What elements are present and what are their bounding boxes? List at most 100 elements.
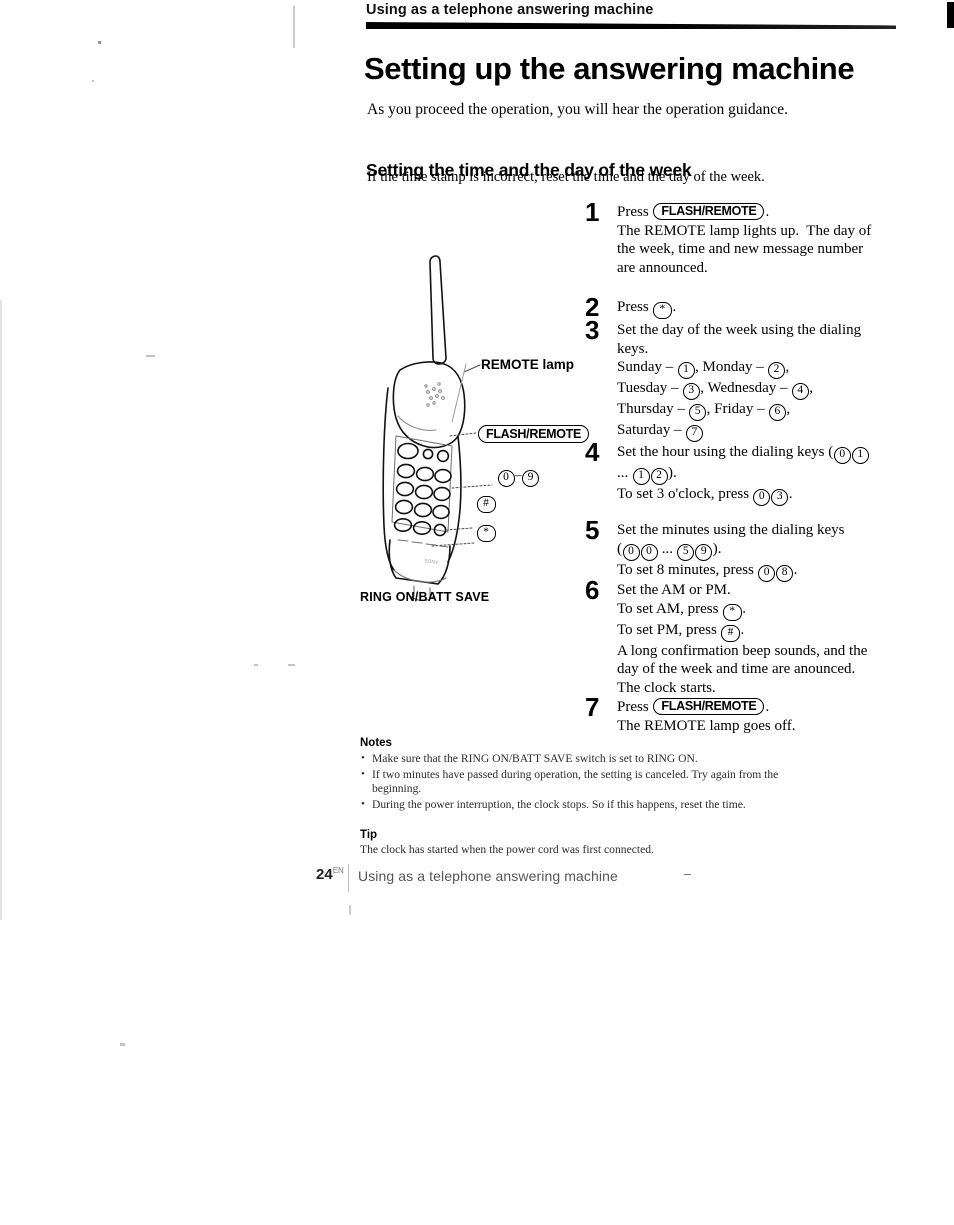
notes-items: Make sure that the RING ON/BATT SAVE swi… [360, 751, 810, 813]
step-line: Press FLASH/REMOTE. [617, 698, 770, 715]
step-number: 1 [585, 197, 600, 227]
step-item: 1 Press FLASH/REMOTE. The REMOTE lamp ligh… [585, 197, 925, 277]
manual-page: Using as a telephone answering machine S… [0, 0, 954, 1225]
key-9-glyph: 9 [695, 543, 713, 561]
flash-remote-button-glyph: FLASH/REMOTE [653, 698, 765, 715]
flash-remote-callout: FLASH/REMOTE [478, 425, 590, 443]
notes-heading: Notes [360, 737, 392, 749]
notes-block: Make sure that the RING ON/BATT SAVE swi… [360, 751, 810, 813]
key-star-glyph: * [652, 302, 672, 319]
step-item: 3 Set the day of the week using the diali… [585, 317, 925, 443]
step-line: The REMOTE lamp goes off. [617, 717, 796, 734]
key-hash-callout: # [476, 496, 496, 513]
note-item: Make sure that the RING ON/BATT SAVE swi… [360, 751, 810, 767]
step-item: 6 Set the AM or PM. To set AM, press *. To … [585, 575, 925, 697]
step-text: Set the AM or PM. To set AM, press *. To s… [617, 578, 925, 697]
key-0-callout: 0 [497, 470, 515, 487]
key-3-glyph: 3 [771, 489, 789, 506]
step-line: The REMOTE lamp lights up. The day of [617, 222, 872, 239]
flash-remote-button-glyph: FLASH/REMOTE [653, 203, 765, 220]
step-line: Press FLASH/REMOTE. [617, 203, 770, 220]
step-item: 4 Set the hour using the dialing keys (0 1… [585, 437, 925, 506]
step-text: Set the minutes using the dialing keys (0… [617, 518, 925, 582]
key-0-glyph: 0 [833, 447, 851, 464]
step-number: 4 [585, 437, 600, 467]
key-2-glyph: 2 [650, 468, 668, 485]
key-4-glyph: 4 [791, 383, 809, 401]
svg-text:SONY: SONY [424, 558, 440, 566]
page-title: Setting up the answering machine [364, 50, 855, 86]
scan-speck [254, 664, 258, 666]
step-line: To set PM, press #. [617, 621, 925, 642]
tip-heading: Tip [360, 829, 378, 841]
footer-text: Using as a telephone answering machine [358, 868, 618, 884]
key-5-glyph: 5 [689, 404, 707, 422]
step-line: A long confirmation beep sounds, and the [617, 642, 868, 659]
footer-dash-mark [684, 874, 691, 875]
key-1-glyph: 1 [632, 468, 650, 485]
step-item: 2 Press *. [585, 294, 925, 320]
note-item: During the power interruption, the clock… [360, 797, 810, 813]
step-line: Press *. [617, 298, 925, 319]
header-rule [366, 22, 896, 29]
step-line: are announced. [617, 259, 708, 276]
step-line: Set the day of the week using the dialin… [617, 322, 862, 338]
key-1-glyph: 1 [851, 447, 869, 464]
scan-speck [349, 905, 351, 915]
key-0-glyph: 0 [640, 543, 658, 561]
step-text: Press FLASH/REMOTE. The REMOTE lamp goes … [617, 695, 925, 735]
scan-speck [92, 80, 94, 82]
note-item: If two minutes have passed during operat… [360, 767, 810, 797]
step-text: Press *. [617, 295, 925, 319]
step-line: (0 0 ... 5 9). [617, 540, 925, 561]
step-line: Tuesday – 3, Wednesday – 4, [617, 379, 925, 401]
footer-divider [348, 864, 349, 892]
scan-speck [120, 1043, 125, 1046]
key-3-glyph: 3 [682, 383, 700, 401]
scan-speck [98, 41, 101, 44]
step-number: 7 [585, 692, 600, 722]
section-subtitle: If the time stamp is incorrect, reset th… [367, 169, 765, 185]
step-line: keys. [617, 340, 649, 357]
key-6-glyph: 6 [768, 404, 786, 422]
scan-speck [293, 6, 295, 48]
star-key-callout: * [476, 522, 496, 542]
step-line: Set the hour using the dialing keys (0 1 [617, 443, 925, 464]
key-2-glyph: 2 [768, 362, 785, 380]
key-star-callout: * [476, 525, 496, 542]
remote-lamp-label: REMOTE lamp [481, 357, 575, 372]
key-0-glyph: 0 [622, 543, 640, 561]
hash-key-callout: # [476, 493, 496, 513]
step-line: Thursday – 5, Friday – 6, [617, 400, 925, 422]
key-star-glyph: * [722, 603, 742, 621]
step-line: Sunday – 1, Monday – 2, [617, 358, 925, 380]
page-edge-thumb-tab [947, 2, 954, 28]
running-head: Using as a telephone answering machine [366, 2, 654, 18]
step-line: the week, time and new message number [617, 241, 864, 258]
dial-keys-callout: 0–9 [497, 467, 540, 487]
step-number: 5 [585, 515, 600, 545]
step-line: day of the week and time are anounced. [617, 661, 856, 678]
step-line: To set 3 o'clock, press 03. [617, 485, 925, 506]
key-9-callout: 9 [522, 470, 539, 487]
intro-paragraph: As you proceed the operation, you will h… [367, 101, 788, 118]
page-number-value: 24 [316, 866, 333, 883]
page-number: 24EN [316, 866, 344, 883]
scan-speck [0, 300, 2, 920]
key-0-glyph: 0 [753, 489, 771, 506]
step-line: To set AM, press *. [617, 600, 925, 621]
step-text: Set the hour using the dialing keys (0 1.… [617, 440, 925, 506]
key-1-glyph: 1 [677, 362, 695, 380]
steps-list: 1 Press FLASH/REMOTE. The REMOTE lamp ligh… [585, 197, 925, 740]
page-number-suffix: EN [332, 866, 344, 875]
step-line: Set the AM or PM. [617, 582, 731, 598]
key-5-glyph: 5 [677, 543, 695, 561]
key-hash-glyph: # [721, 624, 741, 642]
scan-speck [146, 355, 155, 357]
scan-speck [288, 664, 295, 666]
tip-text: The clock has started when the power cor… [360, 843, 654, 856]
step-number: 6 [585, 575, 600, 605]
step-line: Set the minutes using the dialing keys [617, 522, 845, 538]
step-line: ... 1 2). [617, 464, 925, 485]
step-item: 5 Set the minutes using the dialing keys (… [585, 515, 925, 582]
